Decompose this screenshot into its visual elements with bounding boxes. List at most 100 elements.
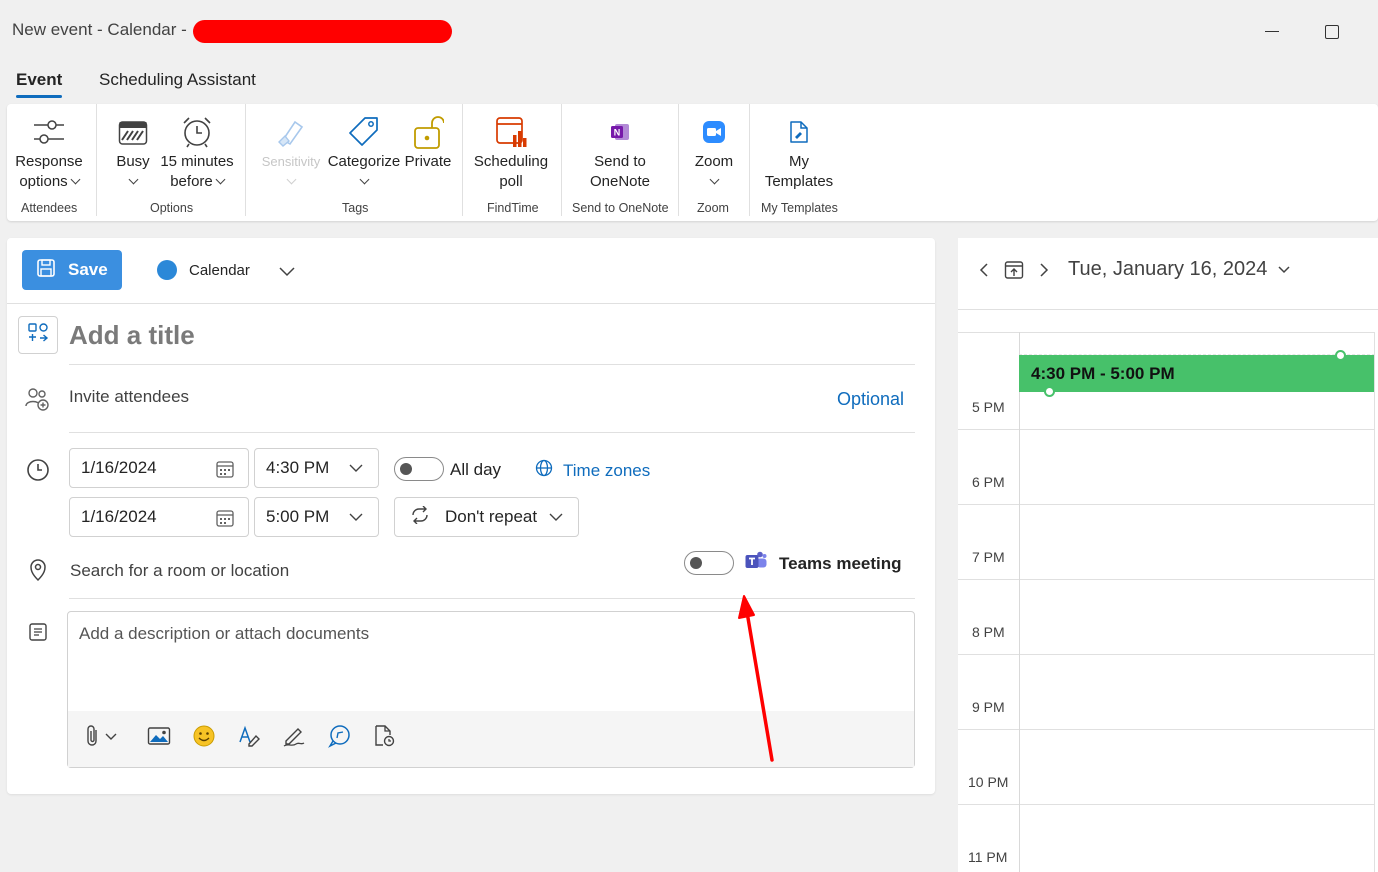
insert-emoji-button[interactable] <box>191 725 217 751</box>
all-day-toggle[interactable] <box>394 457 444 481</box>
event-title-input[interactable]: Add a title <box>69 320 195 351</box>
chevron-down-icon <box>348 509 364 530</box>
poll-icon <box>473 112 549 152</box>
day-view-calendar: Tue, January 16, 2024 5 PM 6 PM 7 PM 8 P… <box>958 238 1378 872</box>
add-people-icon <box>24 386 50 412</box>
repeat-icon <box>409 505 431 529</box>
description-input[interactable]: Add a description or attach documents <box>79 624 369 644</box>
chevron-down-icon <box>286 174 296 185</box>
emoji-icon <box>192 724 216 753</box>
chevron-down-icon <box>70 174 81 185</box>
chevron-down-icon[interactable] <box>278 264 296 282</box>
chevron-down-icon <box>1277 258 1291 281</box>
chat-bubble-icon <box>327 724 351 753</box>
chevron-down-icon <box>359 174 369 185</box>
window-title: New event - Calendar - <box>12 20 187 39</box>
event-resize-handle-top[interactable] <box>1335 350 1346 361</box>
hour-label: 8 PM <box>972 624 1005 640</box>
calendar-today-icon <box>1004 260 1024 285</box>
group-label-attendees: Attendees <box>21 201 78 215</box>
send-to-onenote-button[interactable]: N Send to OneNote <box>583 112 657 192</box>
chevron-down-icon <box>548 509 564 530</box>
attach-button[interactable] <box>84 724 124 753</box>
chevron-down-icon <box>709 174 719 185</box>
end-date-field[interactable]: 1/16/2024 <box>69 497 249 537</box>
maximize-button[interactable] <box>1324 22 1342 40</box>
sensitivity-brush-icon <box>257 112 325 152</box>
invite-attendees-input[interactable]: Invite attendees <box>69 387 189 407</box>
event-title-icon-button[interactable] <box>18 316 58 354</box>
calendar-icon[interactable] <box>216 509 234 532</box>
onenote-icon: N <box>583 112 657 152</box>
busy-button[interactable]: Busy <box>111 112 155 192</box>
group-label-options: Options <box>150 201 194 215</box>
hour-label: 10 PM <box>968 774 1009 790</box>
scheduling-poll-button[interactable]: Scheduling poll <box>473 112 549 192</box>
teams-meeting: Teams meeting <box>745 550 902 577</box>
calendar-name: Calendar <box>189 261 250 279</box>
go-to-today-button[interactable] <box>1004 260 1024 285</box>
teams-icon <box>745 550 767 577</box>
copilot-button[interactable] <box>326 724 352 753</box>
categorize-button[interactable]: Categorize <box>327 112 401 192</box>
event-form: Save Calendar Add a title Invite attende… <box>7 238 935 794</box>
tab-event[interactable]: Event <box>16 70 63 98</box>
loop-component-button[interactable] <box>371 724 397 753</box>
sliders-icon <box>11 112 87 152</box>
zoom-button[interactable]: Zoom <box>689 112 739 192</box>
draw-button[interactable] <box>281 725 307 751</box>
end-time-select[interactable]: 5:00 PM <box>254 497 379 537</box>
redacted-region <box>193 20 452 43</box>
chevron-right-icon <box>1038 262 1050 283</box>
document-sync-icon <box>372 724 396 753</box>
previous-day-button[interactable] <box>974 262 994 282</box>
tab-scheduling-assistant[interactable]: Scheduling Assistant <box>99 70 256 90</box>
title-bar: New event - Calendar - <box>0 0 1378 60</box>
sensitivity-button[interactable]: Sensitivity <box>257 112 325 192</box>
pen-icon <box>282 724 306 753</box>
notes-icon <box>25 619 51 645</box>
start-date-field[interactable]: 1/16/2024 <box>69 448 249 488</box>
private-button[interactable]: Private <box>403 112 453 172</box>
description-toolbar <box>68 711 914 767</box>
svg-text:N: N <box>614 128 621 138</box>
calendar-color-dot <box>157 260 177 280</box>
globe-icon <box>535 459 553 482</box>
event-resize-handle-bottom[interactable] <box>1044 386 1055 397</box>
save-button[interactable]: Save <box>22 250 122 290</box>
paperclip-icon <box>86 724 122 753</box>
location-pin-icon <box>25 557 51 583</box>
chevron-down-icon <box>128 174 138 185</box>
group-label-zoom: Zoom <box>697 201 729 215</box>
event-preview-block[interactable]: 4:30 PM - 5:00 PM <box>1019 355 1374 392</box>
reminder-button[interactable]: 15 minutes before <box>159 112 235 192</box>
next-day-button[interactable] <box>1034 262 1054 282</box>
day-view-grid[interactable]: 5 PM 6 PM 7 PM 8 PM 9 PM 10 PM 11 PM 4:3… <box>958 310 1378 872</box>
text-format-icon <box>237 724 261 753</box>
day-view-date-picker[interactable]: Tue, January 16, 2024 <box>1068 258 1291 281</box>
description-editor[interactable]: Add a description or attach documents <box>67 611 915 768</box>
group-label-tags: Tags <box>342 201 369 215</box>
time-zones-link[interactable]: Time zones <box>535 459 650 482</box>
my-templates-button[interactable]: My Templates <box>761 112 837 192</box>
calendar-selector[interactable]: Calendar <box>157 260 250 280</box>
busy-status-icon <box>111 112 155 152</box>
optional-attendees-link[interactable]: Optional <box>837 389 904 410</box>
calendar-icon[interactable] <box>216 460 234 483</box>
location-input[interactable]: Search for a room or location <box>70 561 289 581</box>
insert-picture-button[interactable] <box>146 725 172 751</box>
response-options-button[interactable]: Response options <box>11 112 87 192</box>
teams-meeting-toggle[interactable] <box>684 551 734 575</box>
format-text-button[interactable] <box>236 725 262 751</box>
day-view-header: Tue, January 16, 2024 <box>958 238 1378 310</box>
start-time-select[interactable]: 4:30 PM <box>254 448 379 488</box>
chevron-down-icon <box>215 174 226 185</box>
group-label-send-to-onenote: Send to OneNote <box>572 201 669 215</box>
minimize-button[interactable] <box>1263 22 1281 40</box>
hour-label: 7 PM <box>972 549 1005 565</box>
group-label-findtime: FindTime <box>487 201 539 215</box>
group-label-my-templates: My Templates <box>761 201 838 215</box>
repeat-select[interactable]: Don't repeat <box>394 497 579 537</box>
hour-label: 6 PM <box>972 474 1005 490</box>
lock-open-icon <box>403 112 453 152</box>
